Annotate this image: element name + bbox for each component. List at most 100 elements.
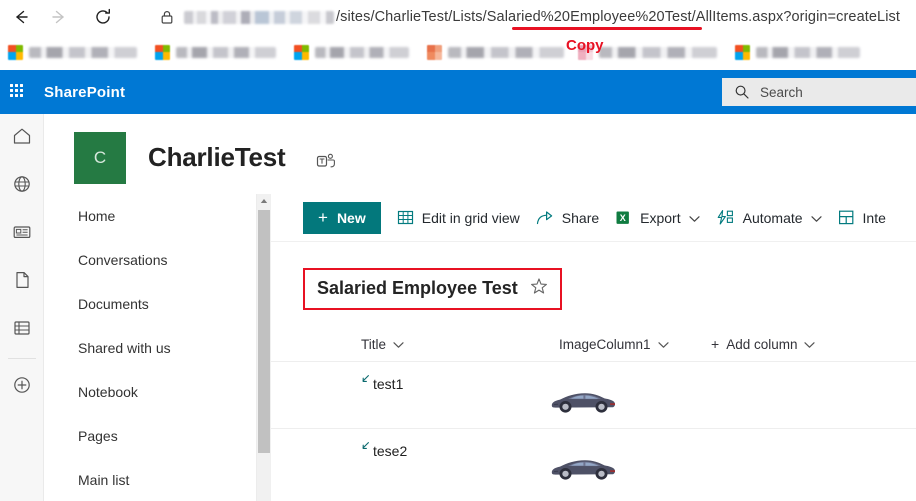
sidebar-item-label: Shared with us [78, 340, 171, 356]
rail-item-create[interactable] [0, 363, 44, 411]
forward-button[interactable] [42, 2, 76, 32]
command-label: Edit in grid view [421, 209, 520, 226]
site-navigation: Home Conversations Documents Shared with… [44, 194, 270, 501]
chevron-down-icon[interactable] [804, 337, 816, 352]
sidebar-item-conversations[interactable]: Conversations [44, 238, 270, 282]
bookmark-label [599, 46, 717, 58]
waffle-grid-icon[interactable] [10, 84, 26, 100]
edit-in-grid-view-button[interactable]: Edit in grid view [397, 202, 520, 234]
site-logo: C [74, 132, 126, 184]
rail-divider [7, 358, 36, 359]
row-title-cell[interactable]: tese2 [359, 442, 408, 459]
suite-bar: SharePoint Search [0, 70, 916, 114]
column-header-imagecolumn1[interactable]: ImageColumn1 [559, 337, 669, 352]
plus-icon: + [318, 207, 328, 227]
favorite-star-icon[interactable] [530, 277, 548, 300]
row-image-cell[interactable] [546, 453, 618, 488]
address-bar-domain-redacted [184, 10, 334, 24]
teams-icon [316, 152, 336, 175]
sidebar-item-label: Home [78, 208, 116, 224]
navigation-scrollbar[interactable] [256, 194, 270, 501]
integrate-button[interactable]: Inte [838, 202, 886, 234]
column-header-label: Title [361, 336, 387, 352]
sidebar-item-label: Main list [78, 472, 130, 488]
sidebar-item-pages[interactable]: Pages [44, 414, 270, 458]
bookmark-item[interactable] [155, 40, 276, 64]
share-button[interactable]: Share [536, 202, 599, 234]
bookmark-label [315, 46, 409, 58]
sidebar-item-notebook[interactable]: Notebook [44, 370, 270, 414]
car-image [546, 393, 618, 420]
column-header-title[interactable]: Title [361, 337, 404, 352]
row-title-label: tese2 [373, 443, 408, 459]
globe-icon [11, 173, 33, 200]
command-label: Automate [742, 209, 803, 226]
add-column-label: Add column [726, 336, 798, 352]
back-button[interactable] [4, 2, 38, 32]
row-title-cell[interactable]: test1 [359, 375, 403, 392]
sidebar-item-label: Conversations [78, 252, 168, 268]
command-label: Share [561, 209, 600, 226]
command-label: Export [640, 209, 681, 226]
sidebar-item-documents[interactable]: Documents [44, 282, 270, 326]
home-icon [11, 125, 33, 152]
add-column-button[interactable]: + Add column [711, 336, 816, 352]
export-button[interactable]: X Export [615, 202, 700, 234]
bookmark-item[interactable] [735, 40, 860, 64]
plus-icon: + [711, 336, 720, 352]
rail-item-lists[interactable] [0, 306, 44, 354]
open-in-new-icon[interactable] [359, 372, 371, 388]
command-label: Inte [862, 209, 886, 226]
chevron-down-icon[interactable] [657, 337, 669, 352]
sharepoint-brand[interactable]: SharePoint [44, 84, 125, 101]
create-icon [11, 374, 33, 401]
scrollbar-thumb[interactable] [258, 210, 270, 453]
rail-item-news[interactable] [0, 210, 44, 258]
bookmark-label [448, 46, 564, 58]
lock-icon [158, 8, 176, 26]
integrate-icon [838, 209, 855, 226]
back-arrow-icon [11, 7, 31, 27]
automate-button[interactable]: Automate [716, 202, 822, 234]
rail-item-documents[interactable] [0, 258, 44, 306]
table-row[interactable]: tese2 [271, 428, 916, 495]
sidebar-item-shared-with-us[interactable]: Shared with us [44, 326, 270, 370]
table-row[interactable]: test1 [271, 361, 916, 428]
row-image-cell[interactable] [546, 386, 618, 421]
microsoft-icon [735, 44, 750, 60]
car-image [546, 460, 618, 487]
share-icon [536, 209, 554, 226]
rail-item-home[interactable] [0, 114, 44, 162]
search-box[interactable]: Search [722, 78, 916, 106]
sidebar-item-main-list[interactable]: Main list [44, 458, 270, 501]
reload-icon [93, 7, 113, 27]
new-button[interactable]: + New [303, 201, 381, 234]
sidebar-item-label: Notebook [78, 384, 138, 400]
microsoft-icon [294, 44, 309, 60]
address-bar-path: /sites/CharlieTest/Lists/Salaried%20Empl… [336, 9, 900, 25]
site-header: C CharlieTest [44, 114, 916, 194]
command-bar: + New Edit in grid view Share X Export A… [271, 194, 916, 242]
open-in-new-icon[interactable] [359, 439, 371, 455]
page-title[interactable]: CharlieTest [148, 142, 286, 173]
list-column-headers: Title ImageColumn1 + Add column [271, 327, 916, 361]
sidebar-item-home[interactable]: Home [44, 194, 270, 238]
chevron-down-icon [810, 210, 822, 226]
list-title[interactable]: Salaried Employee Test [317, 278, 518, 299]
excel-icon: X [615, 209, 632, 226]
bookmark-item[interactable] [427, 40, 564, 64]
forward-arrow-icon [49, 7, 69, 27]
bookmark-label [29, 46, 137, 58]
sidebar-item-label: Pages [78, 428, 118, 444]
bookmark-item[interactable] [294, 40, 409, 64]
url-highlight-underline [512, 27, 702, 30]
microsoft-icon [155, 44, 170, 60]
chevron-down-icon[interactable] [393, 337, 404, 352]
news-icon [11, 221, 33, 248]
scroll-up-arrow-icon[interactable] [257, 194, 271, 208]
list-icon [11, 317, 33, 344]
bookmark-item[interactable] [8, 40, 137, 64]
reload-button[interactable] [86, 2, 120, 32]
list-title-region: Salaried Employee Test [303, 268, 562, 310]
rail-item-globe[interactable] [0, 162, 44, 210]
